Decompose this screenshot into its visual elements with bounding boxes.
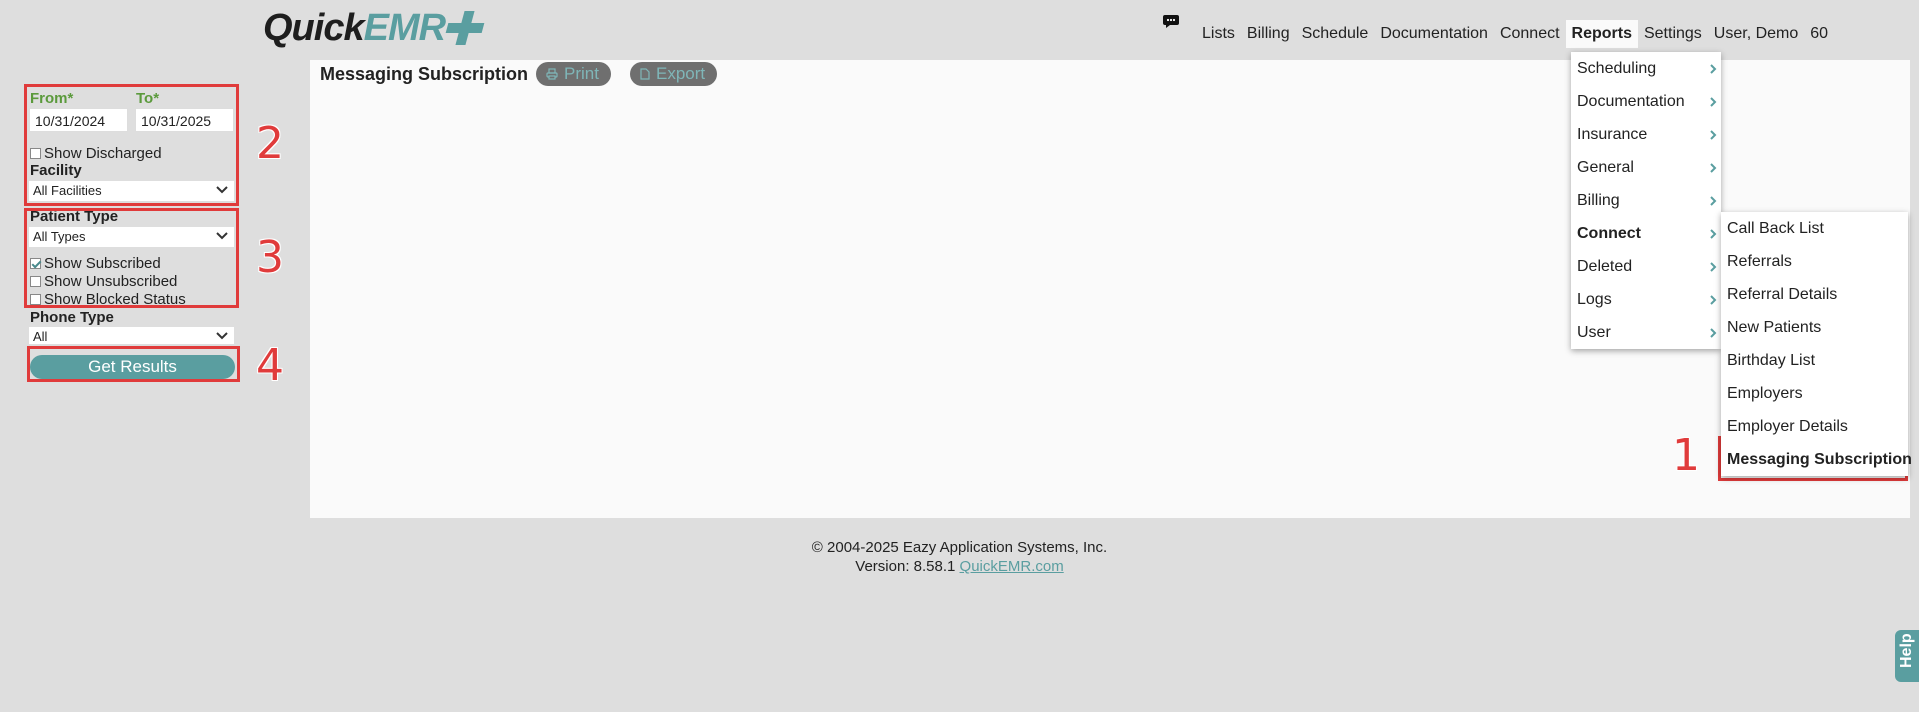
chevron-right-icon (1710, 130, 1717, 140)
menu-item-billing[interactable]: Billing (1571, 184, 1721, 217)
chevron-down-icon (216, 332, 228, 340)
submenu-item-call-back-list[interactable]: Call Back List (1721, 212, 1908, 245)
submenu-item-birthday-list[interactable]: Birthday List (1721, 344, 1908, 377)
print-button[interactable]: Print (536, 62, 611, 86)
annotation-box-2 (24, 84, 239, 206)
help-label: Help (1898, 633, 1915, 668)
nav-billing[interactable]: Billing (1241, 20, 1296, 48)
nav-documentation[interactable]: Documentation (1374, 20, 1494, 48)
menu-item-documentation[interactable]: Documentation (1571, 85, 1721, 118)
chevron-right-icon (1710, 328, 1717, 338)
submenu-item-employers[interactable]: Employers (1721, 377, 1908, 410)
menu-item-user[interactable]: User (1571, 316, 1721, 349)
menu-item-logs[interactable]: Logs (1571, 283, 1721, 316)
menu-item-general[interactable]: General (1571, 151, 1721, 184)
version-text: Version: 8.58.1 (855, 558, 956, 575)
phone-type-select[interactable]: All (29, 327, 234, 344)
help-tab[interactable]: Help (1895, 630, 1919, 682)
copyright-text: © 2004-2025 Eazy Application Systems, In… (811, 539, 1108, 556)
version-line: Version: 8.58.1 QuickEMR.com (0, 557, 1919, 576)
chevron-right-icon (1710, 196, 1717, 206)
menu-item-deleted[interactable]: Deleted (1571, 250, 1721, 283)
phone-type-value: All (33, 329, 48, 344)
nav-connect[interactable]: Connect (1494, 20, 1566, 48)
annotation-number-2: 2 (256, 118, 284, 169)
quickemr-link[interactable]: QuickEMR.com (960, 558, 1064, 575)
top-navigation: Lists Billing Schedule Documentation Con… (1196, 20, 1834, 48)
export-icon (640, 68, 650, 80)
menu-item-connect[interactable]: Connect (1571, 217, 1721, 250)
logo-quick-text: Quick (263, 6, 365, 49)
chevron-right-icon (1710, 295, 1717, 305)
footer: © 2004-2025 Eazy Application Systems, In… (0, 538, 1919, 576)
nav-reports[interactable]: Reports (1565, 20, 1638, 48)
session-timer: 60 (1810, 25, 1829, 42)
export-button[interactable]: Export (630, 62, 718, 86)
phone-type-label: Phone Type (30, 309, 114, 326)
reports-dropdown-menu: Scheduling Documentation Insurance Gener… (1571, 52, 1721, 349)
logo-emr-text: EMR (363, 6, 446, 49)
print-label: Print (564, 64, 599, 83)
menu-item-insurance[interactable]: Insurance (1571, 118, 1721, 151)
annotation-box-4 (27, 346, 240, 382)
nav-lists[interactable]: Lists (1196, 20, 1241, 48)
chevron-right-icon (1710, 262, 1717, 272)
annotation-number-4: 4 (256, 340, 284, 391)
chat-icon[interactable] (1163, 15, 1179, 28)
nav-schedule[interactable]: Schedule (1296, 20, 1375, 48)
annotation-number-1: 1 (1672, 430, 1700, 481)
submenu-item-messaging-subscription[interactable]: Messaging Subscription (1721, 443, 1912, 476)
app-logo[interactable]: Quick EMR (263, 6, 483, 50)
nav-user-menu[interactable]: User, Demo (1708, 20, 1804, 48)
submenu-item-referrals[interactable]: Referrals (1721, 245, 1908, 278)
submenu-item-new-patients[interactable]: New Patients (1721, 311, 1908, 344)
export-label: Export (656, 64, 706, 83)
chevron-right-icon (1710, 64, 1717, 74)
submenu-item-employer-details[interactable]: Employer Details (1721, 410, 1908, 443)
printer-icon (546, 68, 558, 80)
logo-plus-icon (447, 11, 483, 45)
chevron-right-icon (1710, 229, 1717, 239)
page-title: Messaging Subscription (320, 64, 529, 84)
nav-settings[interactable]: Settings (1638, 20, 1708, 48)
connect-submenu: Call Back List Referrals Referral Detail… (1721, 212, 1912, 476)
annotation-box-3 (24, 208, 239, 308)
submenu-item-referral-details[interactable]: Referral Details (1721, 278, 1908, 311)
menu-item-scheduling[interactable]: Scheduling (1571, 52, 1721, 85)
chevron-right-icon (1710, 97, 1717, 107)
chevron-right-icon (1710, 163, 1717, 173)
annotation-number-3: 3 (256, 232, 284, 283)
